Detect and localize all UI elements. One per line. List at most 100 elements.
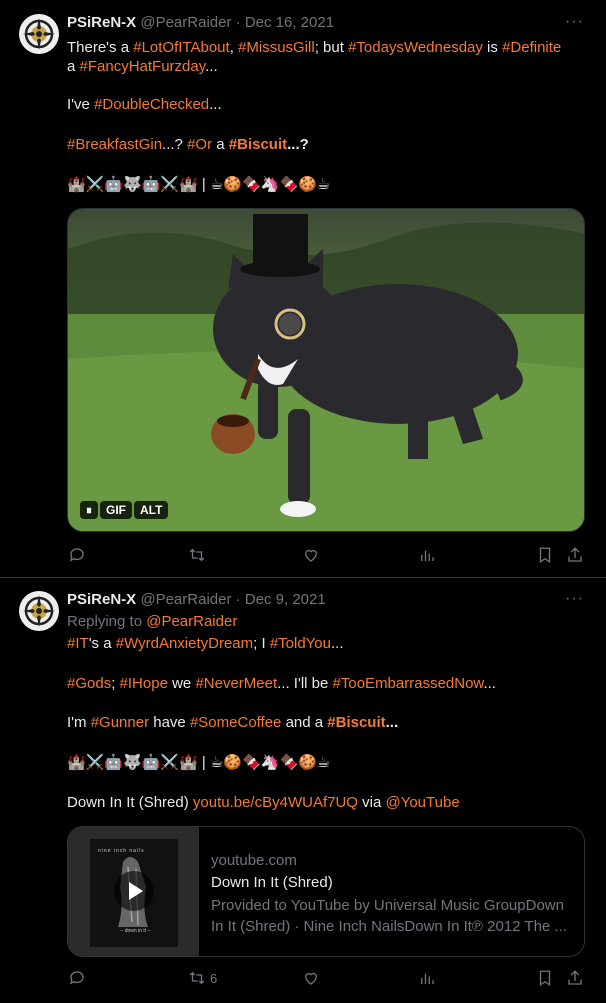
hashtag-link[interactable]: #IT bbox=[67, 635, 89, 652]
heart-icon bbox=[305, 549, 317, 562]
tweet-date[interactable]: Dec 9, 2021 bbox=[245, 591, 326, 608]
text: we bbox=[167, 675, 196, 692]
tweet-text-line: #Gods; #IHope we #NeverMeet... I'll be #… bbox=[67, 674, 592, 694]
hashtag-link[interactable]: #SomeCoffee bbox=[190, 714, 281, 731]
text: ; bbox=[111, 675, 120, 692]
text: ; I bbox=[253, 635, 270, 652]
mention-link[interactable]: @YouTube bbox=[385, 794, 459, 811]
hashtag-link[interactable]: #TooEmbarrassedNow bbox=[333, 675, 484, 692]
views-button[interactable] bbox=[418, 968, 440, 988]
text: ... bbox=[209, 96, 222, 113]
author-handle[interactable]: @PearRaider bbox=[140, 591, 231, 608]
text: via bbox=[357, 794, 386, 811]
text: ... bbox=[330, 635, 344, 652]
more-options-icon[interactable]: ··· bbox=[565, 590, 584, 608]
play-button[interactable] bbox=[114, 871, 154, 911]
url-link[interactable]: youtu.be/cBy4WUAf7UQ bbox=[193, 794, 358, 811]
separator: · bbox=[235, 591, 241, 608]
bookmark-button[interactable] bbox=[536, 545, 554, 565]
mention-link[interactable]: @PearRaider bbox=[146, 613, 237, 630]
hashtag-link[interactable]: #MissusGill bbox=[238, 39, 315, 56]
gif-media[interactable]: ⏸ GIF ALT bbox=[67, 208, 585, 532]
emoji-line: 🏰⚔️🤖🐺🤖⚔️🏰 | ☕🍪🍫🦄🍫🍪☕ bbox=[67, 754, 331, 771]
avatar[interactable] bbox=[19, 591, 59, 631]
text: I've bbox=[67, 96, 95, 113]
hashtag-link[interactable]: #LotOfITAbout bbox=[133, 39, 229, 56]
pause-button[interactable]: ⏸ bbox=[80, 501, 99, 519]
author-name[interactable]: PSiReN-X bbox=[67, 591, 136, 608]
play-icon bbox=[129, 882, 143, 900]
hashtag-link[interactable]: #FancyHatFurzday bbox=[80, 58, 206, 75]
tweet-text-line: Down In It (Shred) youtu.be/cBy4WUAf7UQ … bbox=[67, 793, 592, 813]
heart-icon bbox=[305, 972, 317, 985]
bookmark-icon bbox=[539, 970, 551, 987]
hashtag-link[interactable]: #Gods bbox=[67, 675, 111, 692]
replying-prefix: Replying to bbox=[67, 613, 147, 630]
hashtag-link[interactable]: #DoubleChecked bbox=[94, 96, 209, 113]
alt-badge[interactable]: ALT bbox=[134, 501, 169, 519]
more-options-icon[interactable]: ··· bbox=[565, 13, 584, 31]
hashtag-link[interactable]: #Or bbox=[187, 136, 212, 153]
action-bar: 6 bbox=[60, 968, 586, 990]
text: a bbox=[67, 58, 80, 75]
hashtag-link[interactable]: #Biscuit bbox=[327, 714, 385, 731]
video-thumbnail[interactable]: nine inch nails -- down in it -- bbox=[68, 827, 199, 956]
like-button[interactable] bbox=[302, 968, 324, 988]
analytics-icon bbox=[421, 550, 434, 561]
tweet-text-line: a #FancyHatFurzday... bbox=[67, 57, 592, 77]
hashtag-link[interactable]: #BreakfastGin bbox=[67, 136, 162, 153]
hashtag-link[interactable]: #Gunner bbox=[91, 714, 149, 731]
text: ...? bbox=[162, 136, 188, 153]
reply-button[interactable] bbox=[68, 968, 90, 988]
hashtag-link[interactable]: #WyrdAnxietyDream bbox=[116, 635, 253, 652]
text: ...? bbox=[287, 136, 309, 153]
avatar-emblem-icon bbox=[20, 15, 58, 53]
tweet-text-line: I'm #Gunner have #SomeCoffee and a #Bisc… bbox=[67, 713, 592, 733]
bookmark-button[interactable] bbox=[536, 968, 554, 988]
tweet-text-line: #IT's a #WyrdAnxietyDream; I #ToldYou... bbox=[67, 634, 592, 654]
media-badges: ⏸ GIF ALT bbox=[80, 501, 169, 519]
text: I'm bbox=[67, 714, 91, 731]
author-handle[interactable]: @PearRaider bbox=[140, 14, 231, 31]
text: ... bbox=[385, 714, 399, 731]
author-name[interactable]: PSiReN-X bbox=[67, 14, 136, 31]
link-card[interactable]: nine inch nails -- down in it -- youtube… bbox=[67, 826, 585, 957]
like-button[interactable] bbox=[302, 545, 324, 565]
views-button[interactable] bbox=[418, 545, 440, 565]
reply-icon bbox=[69, 971, 84, 985]
share-icon bbox=[568, 970, 582, 985]
avatar[interactable] bbox=[19, 14, 59, 54]
hashtag-link[interactable]: #ToldYou bbox=[270, 635, 331, 652]
tweet-text-line: #BreakfastGin...? #Or a #Biscuit...? bbox=[67, 135, 592, 155]
text: ... I'll be bbox=[277, 675, 333, 692]
reply-button[interactable] bbox=[68, 545, 90, 565]
retweet-button[interactable]: 6 bbox=[188, 968, 217, 988]
tweet-header: PSiReN-X @PearRaider · Dec 16, 2021 bbox=[67, 14, 334, 32]
share-button[interactable] bbox=[566, 545, 584, 565]
hashtag-link[interactable]: #NeverMeet bbox=[195, 675, 277, 692]
tweet-date[interactable]: Dec 16, 2021 bbox=[245, 14, 334, 31]
reply-icon bbox=[69, 548, 84, 562]
tweet-text-line: There's a #LotOfITAbout, #MissusGill; bu… bbox=[67, 38, 592, 58]
card-text: youtube.com Down In It (Shred) Provided … bbox=[211, 851, 571, 935]
text: , bbox=[229, 39, 239, 56]
tweet-header: PSiReN-X @PearRaider · Dec 9, 2021 bbox=[67, 591, 326, 609]
card-description: Provided to YouTube by Universal Music G… bbox=[211, 897, 567, 935]
hashtag-link[interactable]: #Biscuit bbox=[229, 136, 287, 153]
text: ; but bbox=[314, 39, 349, 56]
hashtag-link[interactable]: #TodaysWednesday bbox=[348, 39, 483, 56]
hashtag-link[interactable]: #Definite bbox=[502, 39, 561, 56]
text: have bbox=[149, 714, 190, 731]
retweet-button[interactable] bbox=[188, 545, 210, 565]
replying-to: Replying to @PearRaider bbox=[67, 612, 592, 632]
text: 's a bbox=[88, 635, 116, 652]
thumbnail-band-text: nine inch nails bbox=[98, 848, 145, 854]
share-button[interactable] bbox=[566, 968, 584, 988]
hashtag-link[interactable]: #IHope bbox=[120, 675, 168, 692]
card-domain: youtube.com bbox=[211, 852, 297, 869]
retweet-icon bbox=[189, 971, 205, 985]
cat-gif-image bbox=[68, 209, 584, 531]
tweet[interactable]: PSiReN-X @PearRaider · Dec 16, 2021 ··· … bbox=[0, 0, 606, 578]
text: and a bbox=[281, 714, 328, 731]
text: ... bbox=[205, 58, 218, 75]
